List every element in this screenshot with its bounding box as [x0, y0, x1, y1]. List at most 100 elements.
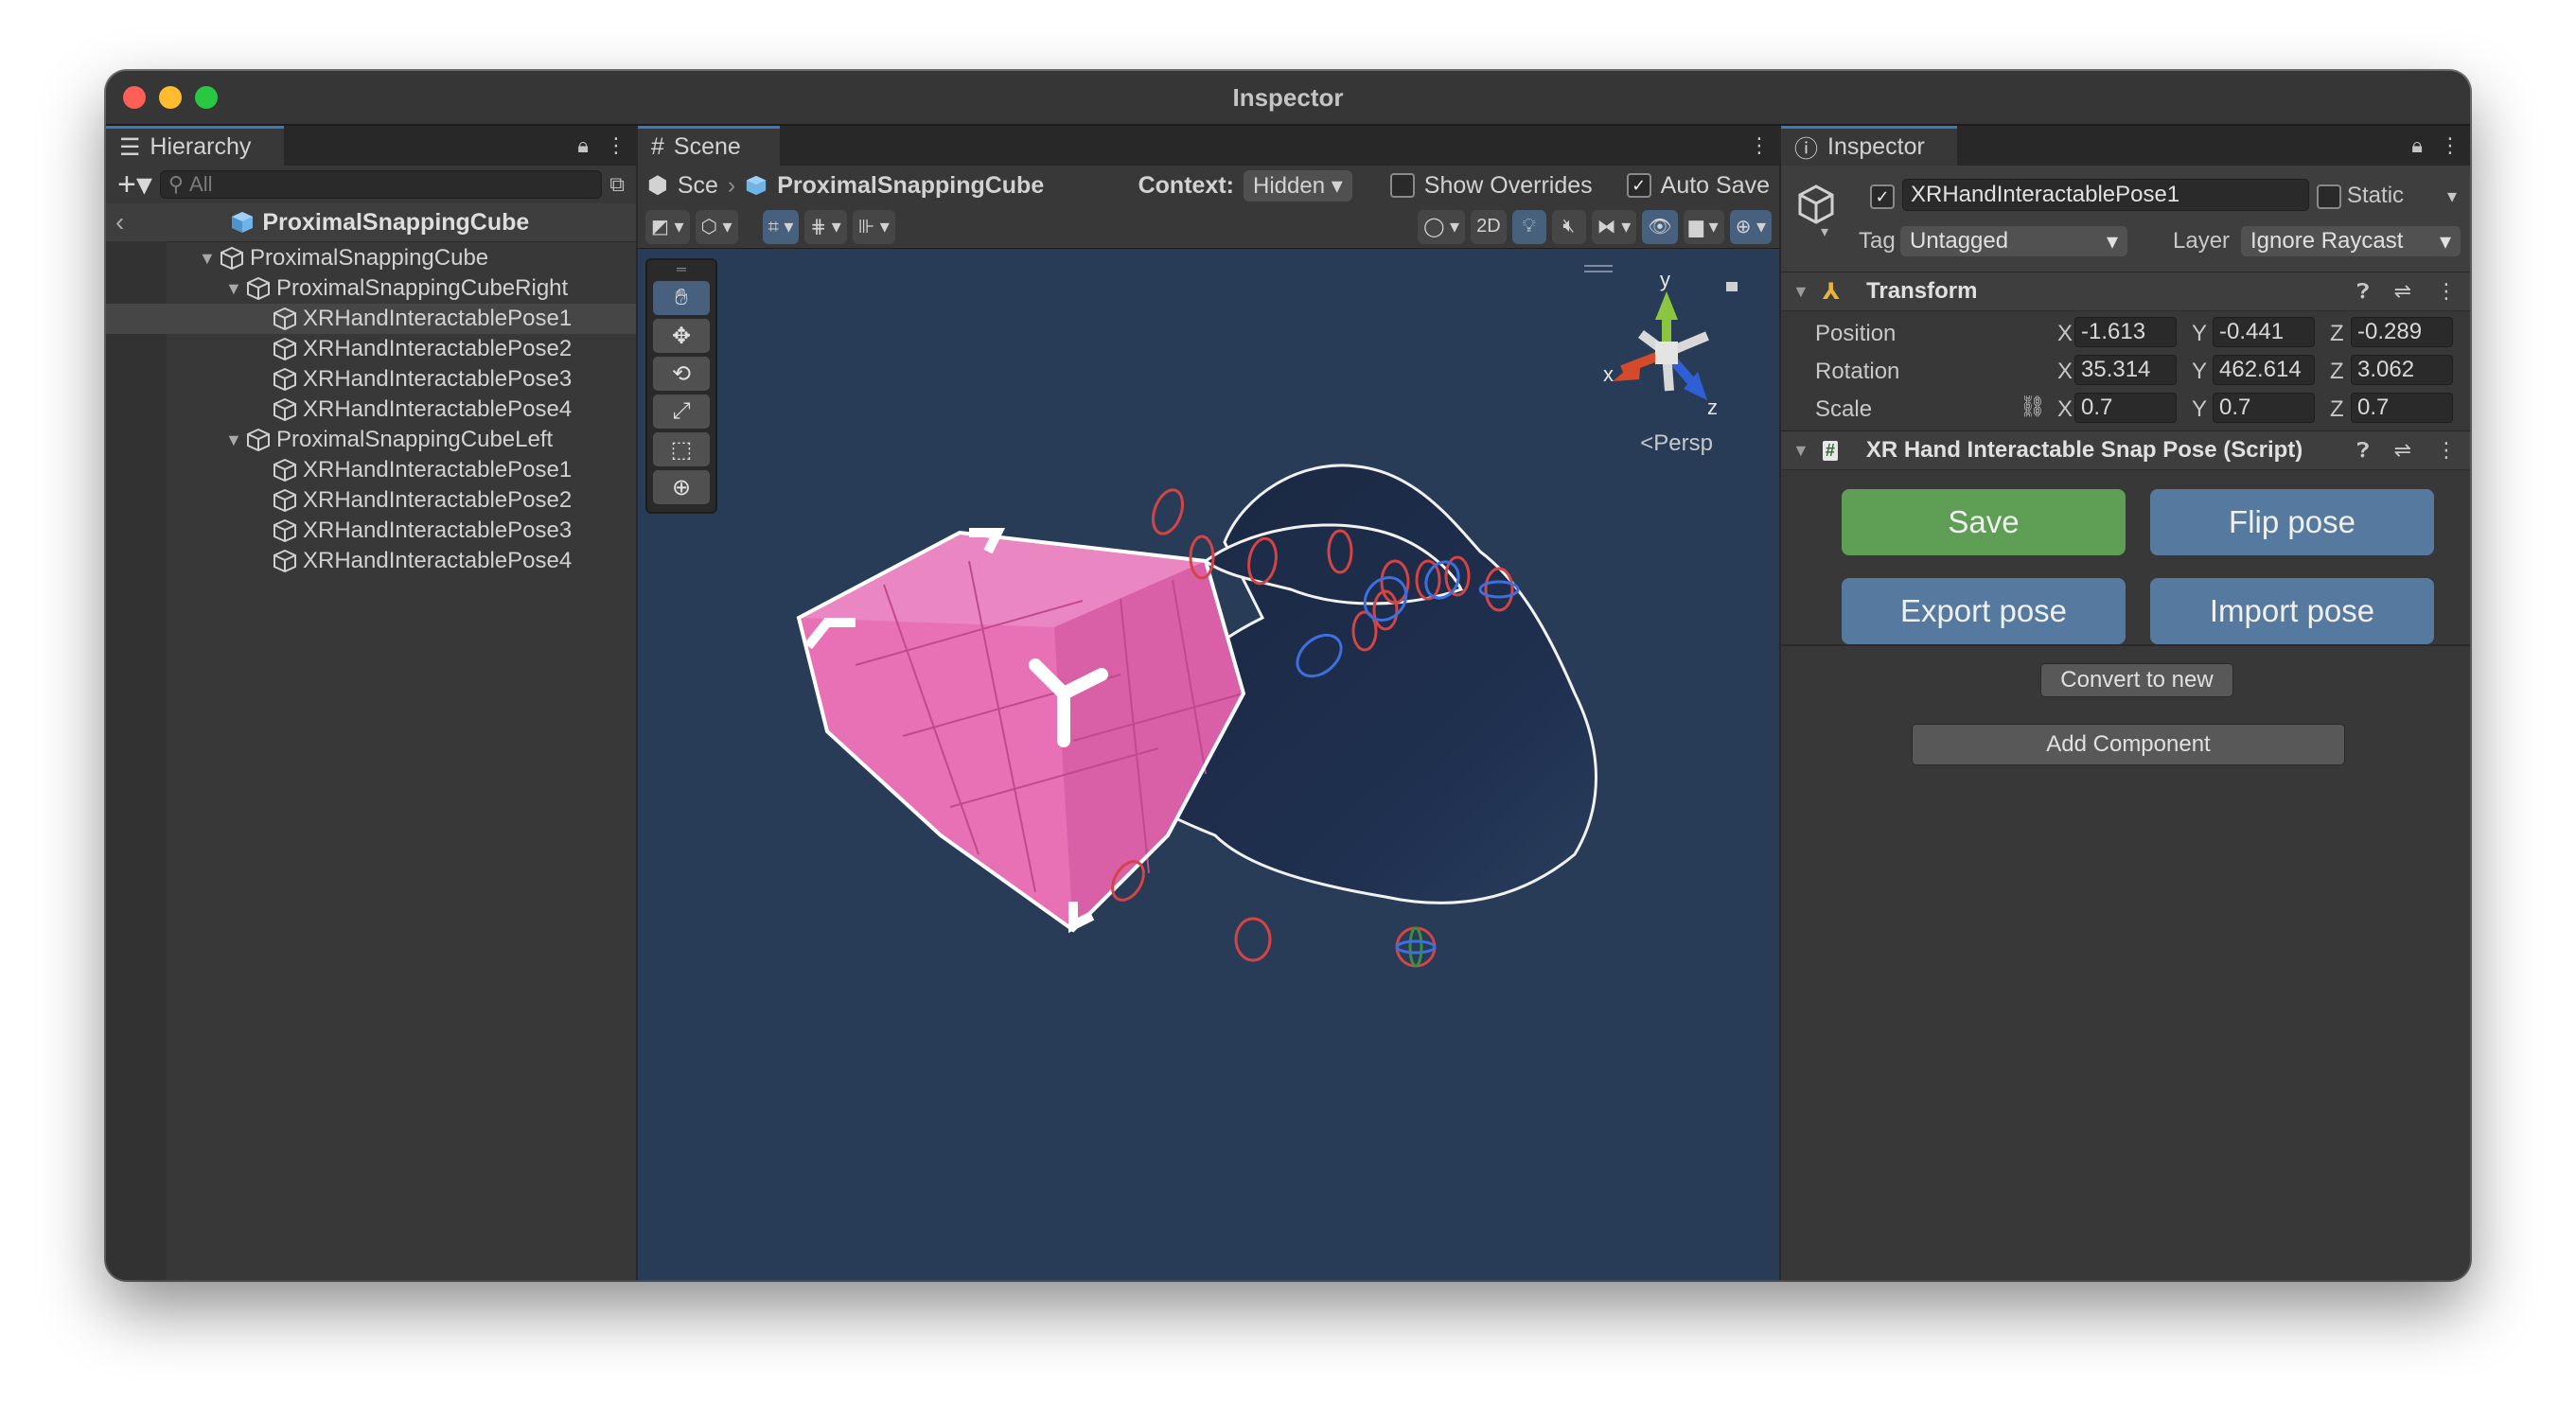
gizmo-x-label: x — [1603, 362, 1614, 386]
create-button[interactable]: +▾ — [117, 168, 152, 201]
export-pose-button[interactable]: Export pose — [1842, 578, 2126, 644]
hierarchy-scene-header[interactable]: ‹ ProximalSnappingCube — [106, 203, 636, 242]
hierarchy-item[interactable]: XRHandInteractablePose4 — [106, 395, 636, 425]
minimize-window-button[interactable] — [159, 86, 182, 109]
gameobject-cube-icon[interactable] — [1794, 183, 1838, 226]
layer-dropdown[interactable]: Ignore Raycast ▾ — [2241, 226, 2461, 256]
hierarchy-item[interactable]: XRHandInteractablePose3 — [106, 364, 636, 395]
rotation-y-field[interactable]: 462.614 — [2213, 355, 2315, 385]
hierarchy-item[interactable]: XRHandInteractablePose2 — [106, 485, 636, 516]
tab-hierarchy[interactable]: ☰ Hierarchy — [106, 126, 284, 166]
scale-z-field[interactable]: 0.7 — [2351, 393, 2453, 423]
gizmos-toggle[interactable]: ⊕ ▾ — [1729, 209, 1772, 244]
kebab-menu-icon[interactable]: ⋮ — [1749, 133, 1770, 158]
save-button[interactable]: Save — [1842, 489, 2126, 555]
foldout-arrow-icon[interactable]: ▼ — [199, 249, 220, 269]
foldout-arrow-icon[interactable]: ▼ — [1792, 282, 1809, 302]
static-dropdown-icon[interactable]: ▾ — [2447, 184, 2457, 208]
rotate-tool-icon[interactable]: ⟲ — [653, 357, 710, 391]
audio-toggle[interactable]: 🔇︎ — [1551, 209, 1586, 244]
move-tool-icon[interactable]: ✥ — [653, 319, 710, 353]
foldout-arrow-icon[interactable]: ▼ — [225, 430, 246, 450]
kebab-menu-icon[interactable]: ⋮ — [606, 133, 626, 158]
position-z-field[interactable]: -0.289 — [2351, 317, 2453, 347]
presets-icon[interactable]: ⇌ — [2394, 438, 2411, 463]
effects-toggle[interactable]: ⧓ ▾ — [1591, 209, 1637, 244]
projection-toggle[interactable]: <Persp — [1640, 430, 1713, 457]
grid-visibility-toggle[interactable]: ⋕ ▾ — [804, 209, 847, 244]
tag-dropdown[interactable]: Untagged ▾ — [1900, 226, 2127, 256]
help-icon[interactable]: ❓︎ — [2356, 279, 2369, 304]
rotation-x-field[interactable]: 35.314 — [2074, 355, 2177, 385]
lighting-toggle[interactable]: 💡︎ — [1511, 209, 1546, 244]
increment-snap-toggle[interactable]: ⊪ ▾ — [852, 209, 895, 244]
inspector-tab-label: Inspector — [1827, 133, 1925, 160]
camera-settings-dropdown[interactable]: ▆ ▾ — [1683, 209, 1724, 244]
transform-title: Transform — [1866, 278, 1978, 304]
global-toggle[interactable]: ⬡ ▾ — [695, 209, 738, 244]
convert-to-new-button[interactable]: Convert to new — [2040, 663, 2233, 697]
constrain-proportions-icon[interactable]: ⛓︎ — [2020, 395, 2046, 419]
scale-tool-icon[interactable]: ⤢ — [653, 395, 710, 429]
rotation-y-axis: Y — [2192, 359, 2208, 384]
foldout-arrow-icon[interactable]: ▼ — [225, 279, 246, 299]
foldout-arrow-icon[interactable]: ▼ — [1792, 441, 1809, 461]
add-component-button[interactable]: Add Component — [1912, 724, 2345, 765]
maximize-window-button[interactable] — [195, 86, 218, 109]
back-chevron-icon[interactable]: ‹ — [115, 207, 124, 237]
snap-pose-script-body: Save Flip pose Export pose Import pose C… — [1781, 470, 2470, 697]
hierarchy-item[interactable]: XRHandInteractablePose1 — [106, 455, 636, 485]
close-window-button[interactable] — [123, 86, 146, 109]
context-dropdown[interactable]: Hidden ▾ — [1244, 169, 1352, 202]
hierarchy-item[interactable]: XRHandInteractablePose3 — [106, 516, 636, 546]
import-pose-button[interactable]: Import pose — [2150, 578, 2434, 644]
position-x-field[interactable]: -1.613 — [2074, 317, 2177, 347]
active-checkbox[interactable]: ✓ — [1870, 184, 1895, 209]
show-overrides-checkbox[interactable] — [1389, 173, 1415, 198]
hierarchy-search-input[interactable]: ⚲ All — [159, 170, 603, 199]
flip-pose-button[interactable]: Flip pose — [2150, 489, 2434, 555]
transform-tool-icon[interactable]: ⊕ — [653, 470, 710, 504]
hierarchy-item[interactable]: ▼ ProximalSnappingCube — [106, 243, 636, 273]
tab-scene[interactable]: # Scene — [638, 126, 780, 166]
transform-header[interactable]: ▼ ⅄ Transform ❓︎ ⇌ ⋮ — [1781, 272, 2470, 311]
hierarchy-item[interactable]: XRHandInteractablePose4 — [106, 546, 636, 576]
scene-viewport[interactable]: y x z ═ ✋︎ ✥ ⟲ ⤢ ⬚ ⊕ <Persp — [638, 249, 1779, 1280]
kebab-menu-icon[interactable]: ⋮ — [2436, 279, 2457, 304]
rect-tool-icon[interactable]: ⬚ — [653, 432, 710, 466]
hand-tool-icon[interactable]: ✋︎ — [653, 281, 710, 315]
pivot-toggle[interactable]: ◩ ▾ — [645, 209, 690, 244]
tab-inspector[interactable]: ⓘ Inspector — [1781, 126, 1957, 166]
kebab-menu-icon[interactable]: ⋮ — [2436, 438, 2457, 463]
icon-dropdown-icon[interactable]: ▾ — [1821, 222, 1828, 241]
orientation-gizmo[interactable]: y x z — [1603, 268, 1738, 419]
shading-mode-dropdown[interactable]: ◯ ▾ — [1418, 209, 1466, 244]
scale-x-field[interactable]: 0.7 — [2074, 393, 2177, 423]
mode-2d-toggle[interactable]: 2D — [1471, 209, 1507, 244]
scale-y-field[interactable]: 0.7 — [2213, 393, 2315, 423]
breadcrumb-root[interactable]: Sce — [678, 172, 718, 200]
search-options-icon[interactable]: ⧉ — [609, 172, 625, 197]
auto-save-checkbox[interactable]: ✓ — [1626, 173, 1651, 198]
grid-snap-toggle[interactable]: ⌗ ▾ — [762, 209, 800, 244]
lock-icon[interactable]: 🔒︎ — [2411, 133, 2423, 158]
presets-icon[interactable]: ⇌ — [2394, 279, 2411, 304]
cube-mesh[interactable] — [796, 528, 1246, 934]
kebab-menu-icon[interactable]: ⋮ — [2440, 133, 2461, 158]
lock-icon[interactable]: 🔒︎ — [577, 133, 589, 158]
hierarchy-item[interactable]: ▼ ProximalSnappingCubeRight — [106, 273, 636, 304]
hierarchy-item[interactable]: XRHandInteractablePose1 — [106, 304, 636, 334]
snap-pose-script-header[interactable]: ▼ # XR Hand Interactable Snap Pose (Scri… — [1781, 430, 2470, 470]
layer-label: Layer — [2173, 228, 2231, 254]
wrist-gizmo[interactable] — [1395, 926, 1437, 968]
rotation-z-field[interactable]: 3.062 — [2351, 355, 2453, 385]
help-icon[interactable]: ❓︎ — [2356, 438, 2369, 463]
hierarchy-item[interactable]: ▼ ProximalSnappingCubeLeft — [106, 425, 636, 455]
hidden-objects-toggle[interactable]: 👁︎ — [1642, 209, 1678, 244]
palette-drag-handle[interactable]: ═ — [653, 262, 710, 277]
position-y-field[interactable]: -0.441 — [2213, 317, 2315, 347]
hierarchy-item[interactable]: XRHandInteractablePose2 — [106, 334, 636, 364]
gameobject-name-input[interactable]: XRHandInteractablePose1 — [1902, 179, 2309, 211]
breadcrumb-prefab[interactable]: ProximalSnappingCube — [777, 172, 1044, 200]
static-checkbox[interactable] — [2317, 184, 2341, 209]
